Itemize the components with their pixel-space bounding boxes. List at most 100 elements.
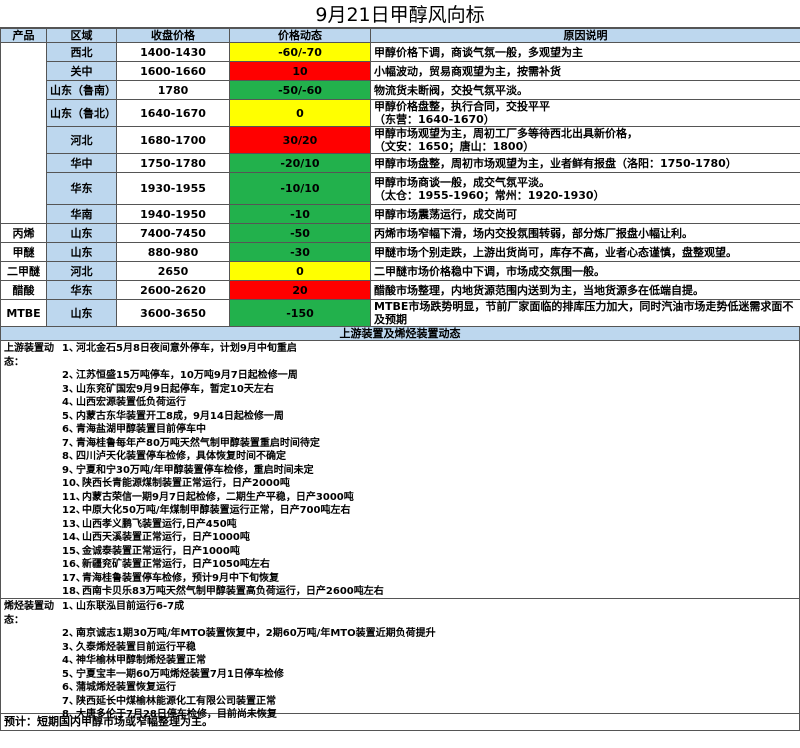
list-item: 10、 陕西长青能源煤制装置正常运行，日产2000吨 xyxy=(4,477,796,491)
table-row: 醋酸 华东 2600-2620 20 醋酸市场整理，内地货源范围内送到为主，当地货源多在… xyxy=(0,280,800,300)
reason-cell: MTBE市场跌势明显，节前厂家面临的排库压力加大，同时汽油市场走势低迷需求面不及… xyxy=(370,299,800,327)
region-cell: 西北 xyxy=(46,42,117,62)
region-cell: 河北 xyxy=(46,126,117,154)
reason-cell: 二甲醚市场价格稳中下调，市场成交氛围一般。 xyxy=(370,261,800,281)
list-number: 10、 xyxy=(62,478,86,489)
reason-cell: 小幅波动，贸易商观望为主，按需补货 xyxy=(370,61,800,81)
price-cell: 1930-1955 xyxy=(116,172,230,205)
region-cell: 山东（鲁南） xyxy=(46,80,117,100)
price-cell: 1940-1950 xyxy=(116,204,230,224)
list-item: 6、 蒲城烯烃装置恢复运行 xyxy=(4,681,796,695)
price-cell: 1640-1670 xyxy=(116,99,230,127)
list-text: 金诚泰装置正常运行，日产1000吨 xyxy=(82,545,240,557)
price-cell: 880-980 xyxy=(116,242,230,262)
list-text: 中原大化50万吨/年煤制甲醇装置运行正常，日产700吨左右 xyxy=(82,505,351,516)
reason-cell: 甲醇价格盘整，执行合同，交投平平 （东营：1640-1670） xyxy=(370,99,800,127)
forecast-text: 预计：短期国内甲醇市场或窄幅整理为主。 xyxy=(0,714,800,731)
list-label xyxy=(4,369,62,383)
change-cell: -30 xyxy=(229,242,371,262)
list-text: 新疆兖矿装置正常运行，日产1050吨左右 xyxy=(82,559,270,570)
olefin-block: 烯烃装置动态： 1、 山东联泓目前运行6-7成 2、 南京诚志1期30万吨/年MTO装置… xyxy=(0,599,800,720)
list-item: 7、 青海桂鲁每年产80万吨天然气制甲醇装置重启时间待定 xyxy=(4,437,796,451)
list-number: 15、 xyxy=(62,545,86,557)
list-number: 2、 xyxy=(62,628,79,639)
change-cell: -10 xyxy=(229,204,371,224)
list-item: 5、 宁夏宝丰一期60万吨烯烃装置7月1日停车检修 xyxy=(4,668,796,682)
region-cell: 关中 xyxy=(46,61,117,81)
list-item: 4、 山西宏源装置低负荷运行 xyxy=(4,396,796,410)
change-cell: -50 xyxy=(229,223,371,243)
list-item: 17、 青海桂鲁装置停车检修，预计9月中下旬恢复 xyxy=(4,572,796,586)
table-row: MTBE 山东 3600-3650 -150 MTBE市场跌势明显，节前厂家面临的排库压… xyxy=(0,299,800,327)
region-cell: 山东 xyxy=(46,299,117,327)
reason-cell: 甲醇市场震荡运行，成交尚可 xyxy=(370,204,800,224)
list-text: 神华榆林甲醇制烯烃装置正常 xyxy=(76,655,206,666)
region-cell: 华东 xyxy=(46,280,117,300)
list-text: 山西天溪装置正常运行，日产1000吨 xyxy=(82,532,250,543)
list-item: 12、 中原大化50万吨/年煤制甲醇装置运行正常，日产700吨左右 xyxy=(4,504,796,518)
price-table: 产品 区域 收盘价格 价格动态 原因说明 西北 1400-1430 -60/-70 甲… xyxy=(0,28,800,327)
page-title: 9月21日甲醇风向标 xyxy=(0,0,800,28)
list-number: 2、 xyxy=(62,370,79,381)
table-row: 河北 1680-1700 30/20 甲醇市场观望为主，周初工厂多等待西北出具新价格，… xyxy=(1,126,800,154)
table-row: 华东 1930-1955 -10/10 甲醇市场商谈一般，成交气氛平淡。 （太仓：19… xyxy=(1,172,800,205)
region-cell: 山东（鲁北） xyxy=(46,99,117,127)
list-number: 6、 xyxy=(62,682,79,693)
list-label xyxy=(4,585,62,599)
table-row: 二甲醚 河北 2650 0 二甲醚市场价格稳中下调，市场成交氛围一般。 xyxy=(0,261,800,281)
list-label xyxy=(4,641,62,655)
list-number: 6、 xyxy=(62,424,79,435)
list-number: 5、 xyxy=(62,410,79,422)
list-item: 3、 山东兖矿国宏9月9日起停车，暂定10天左右 xyxy=(4,383,796,397)
list-label xyxy=(4,572,62,586)
price-cell: 3600-3650 xyxy=(116,299,230,327)
product-cell: 丙烯 xyxy=(0,223,47,243)
list-number: 14、 xyxy=(62,532,86,543)
list-item: 2、 南京诚志1期30万吨/年MTO装置恢复中，2期60万吨/年MTO装置近期负荷… xyxy=(4,627,796,641)
price-cell: 1780 xyxy=(116,80,230,100)
price-cell: 1400-1430 xyxy=(116,42,230,62)
table-body: 西北 1400-1430 -60/-70 甲醇价格下调，商谈气氛一般，多观望为主 关中 1… xyxy=(0,42,800,327)
list-label xyxy=(4,654,62,668)
table-row: 华中 1750-1780 -20/10 甲醇市场盘整，周初市场观望为主，业者鲜有报盘（… xyxy=(1,153,800,173)
price-cell: 1600-1660 xyxy=(116,61,230,81)
list-text: 江苏恒盛15万吨停车，10万吨9月7日起检修一周 xyxy=(76,370,298,381)
list-label xyxy=(4,477,62,491)
list-item: 6、 青海盐湖甲醇装置目前停车中 xyxy=(4,423,796,437)
change-cell: -60/-70 xyxy=(229,42,371,62)
table-header-row: 产品 区域 收盘价格 价格动态 原因说明 xyxy=(0,28,800,43)
change-cell: -20/10 xyxy=(229,153,371,173)
list-text: 河北金石5月8日夜间意外停车，计划9月中旬重启 xyxy=(76,343,297,354)
change-cell: -150 xyxy=(229,299,371,327)
price-cell: 2650 xyxy=(116,261,230,281)
region-cell: 山东 xyxy=(46,242,117,262)
table-row: 华南 1940-1950 -10 甲醇市场震荡运行，成交尚可 xyxy=(1,204,800,224)
list-label xyxy=(4,681,62,695)
list-number: 12、 xyxy=(62,505,86,516)
list-item: 11、 内蒙古荣信一期9月7日起检修，二期生产平稳，日产3000吨 xyxy=(4,491,796,505)
list-text: 山东联泓目前运行6-7成 xyxy=(76,601,185,612)
list-label xyxy=(4,545,62,559)
list-label xyxy=(4,450,62,464)
header-change: 价格动态 xyxy=(229,28,371,43)
change-cell: 0 xyxy=(229,99,371,127)
list-number: 18、 xyxy=(62,586,86,597)
list-text: 青海盐湖甲醇装置目前停车中 xyxy=(76,424,206,435)
list-number: 11、 xyxy=(62,491,86,503)
list-text: 内蒙古荣信一期9月7日起检修，二期生产平稳，日产3000吨 xyxy=(82,491,354,503)
price-cell: 7400-7450 xyxy=(116,223,230,243)
table-row: 西北 1400-1430 -60/-70 甲醇价格下调，商谈气氛一般，多观望为主 xyxy=(0,42,800,224)
header-reason: 原因说明 xyxy=(370,28,800,43)
list-number: 8、 xyxy=(62,451,79,462)
list-number: 7、 xyxy=(62,695,79,707)
list-number: 4、 xyxy=(62,397,79,408)
list-item: 2、 江苏恒盛15万吨停车，10万吨9月7日起检修一周 xyxy=(4,369,796,383)
list-label xyxy=(4,668,62,682)
change-cell: -10/10 xyxy=(229,172,371,205)
list-item: 15、 金诚泰装置正常运行，日产1000吨 xyxy=(4,545,796,559)
table-row: 甲醚 山东 880-980 -30 甲醚市场个别走跌，上游出货尚可，库存不高，业者心态谨… xyxy=(0,242,800,262)
list-number: 9、 xyxy=(62,464,79,476)
list-text: 四川泸天化装置停车检修，具体恢复时间不确定 xyxy=(76,451,286,462)
list-text: 陕西长青能源煤制装置正常运行，日产2000吨 xyxy=(82,478,290,489)
list-text: 南京诚志1期30万吨/年MTO装置恢复中，2期60万吨/年MTO装置近期负荷提升 xyxy=(76,628,436,639)
